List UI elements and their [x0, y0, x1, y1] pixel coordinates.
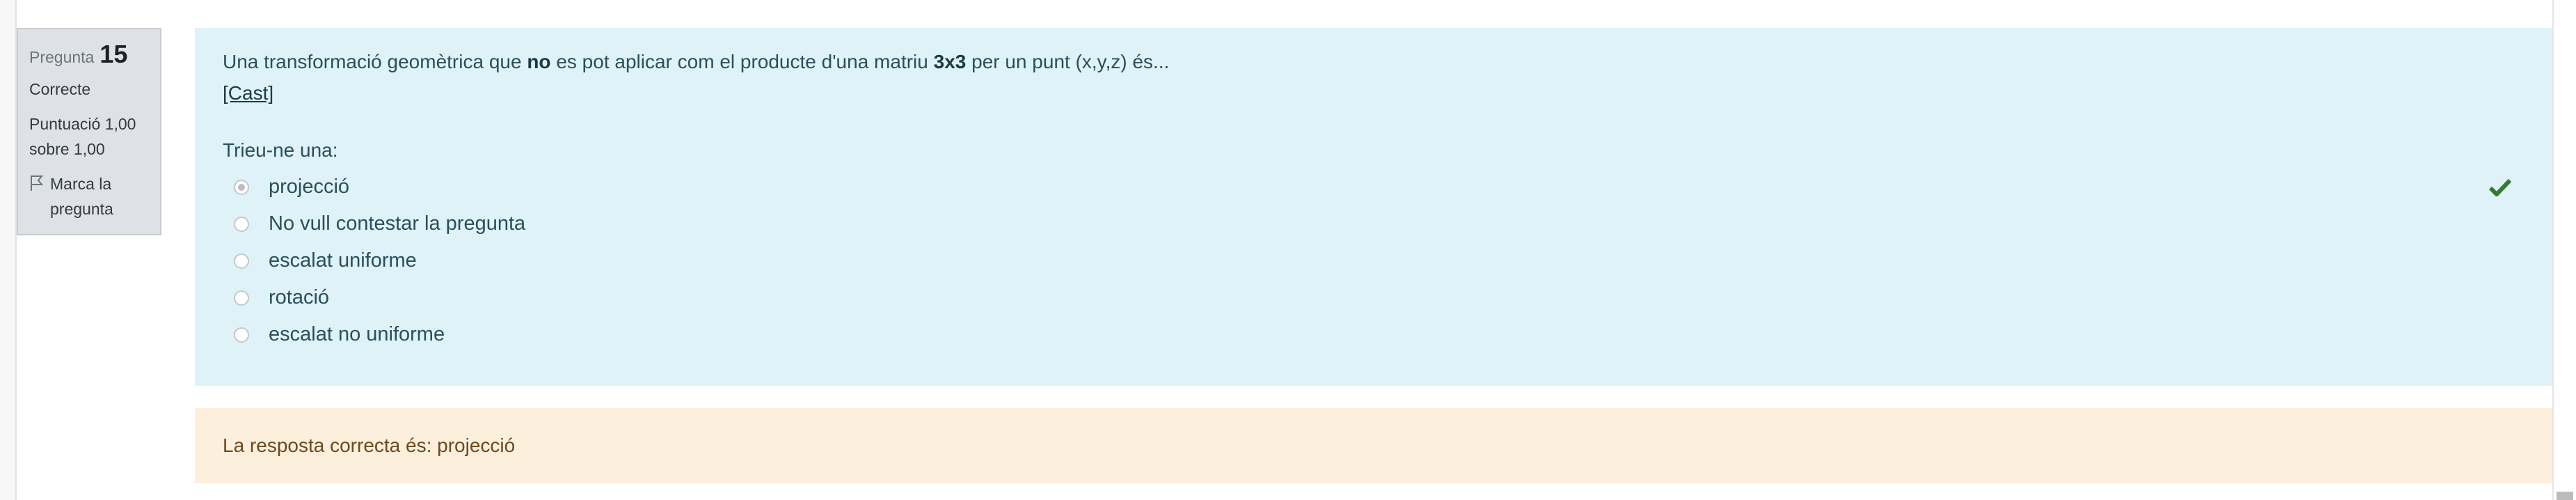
question-text-part-1: Una transformació geomètrica que	[223, 51, 527, 72]
question-info-panel: Pregunta 15 Correcte Puntuació 1,00 sobr…	[17, 28, 161, 235]
answer-option[interactable]: projecció	[223, 169, 2526, 205]
question-text-bold-1: no	[527, 51, 551, 72]
left-border	[0, 0, 17, 500]
scrollbar[interactable]	[2552, 0, 2576, 500]
flag-question-link[interactable]: Marca la pregunta	[29, 171, 149, 221]
answer-option-label: escalat no uniforme	[269, 323, 445, 345]
radio-button[interactable]	[234, 327, 249, 343]
question-number-row: Pregunta 15	[29, 42, 149, 70]
question-number: 15	[100, 40, 128, 68]
question-text-bold-2: 3x3	[933, 51, 967, 72]
answer-option-label: rotació	[269, 286, 330, 308]
grade-line-2: sobre 1,00	[29, 140, 105, 158]
radio-button[interactable]	[234, 290, 249, 306]
radio-button-selected[interactable]	[234, 179, 249, 195]
quiz-review-page: Pregunta 15 Correcte Puntuació 1,00 sobr…	[0, 0, 2576, 500]
answer-option[interactable]: escalat no uniforme	[223, 316, 2526, 353]
answer-prompt: Trieu-ne una:	[223, 139, 338, 161]
feedback-text: La resposta correcta és: projecció	[223, 435, 516, 456]
question-content: Una transformació geomètrica que no es p…	[195, 28, 2554, 386]
radio-button[interactable]	[234, 253, 249, 269]
answer-option-label: No vull contestar la pregunta	[269, 212, 526, 235]
check-icon	[2488, 178, 2512, 196]
answer-options: projecció No vull contestar la pregunta …	[223, 169, 2526, 353]
cast-translation-link[interactable]: [Cast]	[223, 78, 273, 109]
answer-option[interactable]: escalat uniforme	[223, 242, 2526, 279]
correct-answer-feedback: La resposta correcta és: projecció	[195, 408, 2554, 483]
answer-option[interactable]: No vull contestar la pregunta	[223, 205, 2526, 242]
answer-option-label: escalat uniforme	[269, 249, 417, 272]
question-text-part-3: per un punt (x,y,z) és...	[966, 51, 1170, 72]
radio-button[interactable]	[234, 216, 249, 232]
flag-label-line-2: pregunta	[50, 200, 113, 218]
scrollbar-thumb[interactable]	[2557, 492, 2573, 500]
answer-option-label: projecció	[269, 175, 350, 198]
flag-label: Marca la pregunta	[50, 171, 113, 221]
flag-label-line-1: Marca la	[50, 175, 112, 193]
question-text: Una transformació geomètrica que no es p…	[223, 46, 2526, 78]
question-word: Pregunta	[29, 48, 95, 66]
question-text-part-2: es pot aplicar com el producte d'una mat…	[550, 51, 934, 72]
question-grade: Puntuació 1,00 sobre 1,00	[29, 111, 149, 162]
grade-line-1: Puntuació 1,00	[29, 115, 136, 133]
question-state: Correcte	[29, 80, 91, 98]
answer-option[interactable]: rotació	[223, 279, 2526, 316]
flag-icon	[31, 175, 44, 191]
